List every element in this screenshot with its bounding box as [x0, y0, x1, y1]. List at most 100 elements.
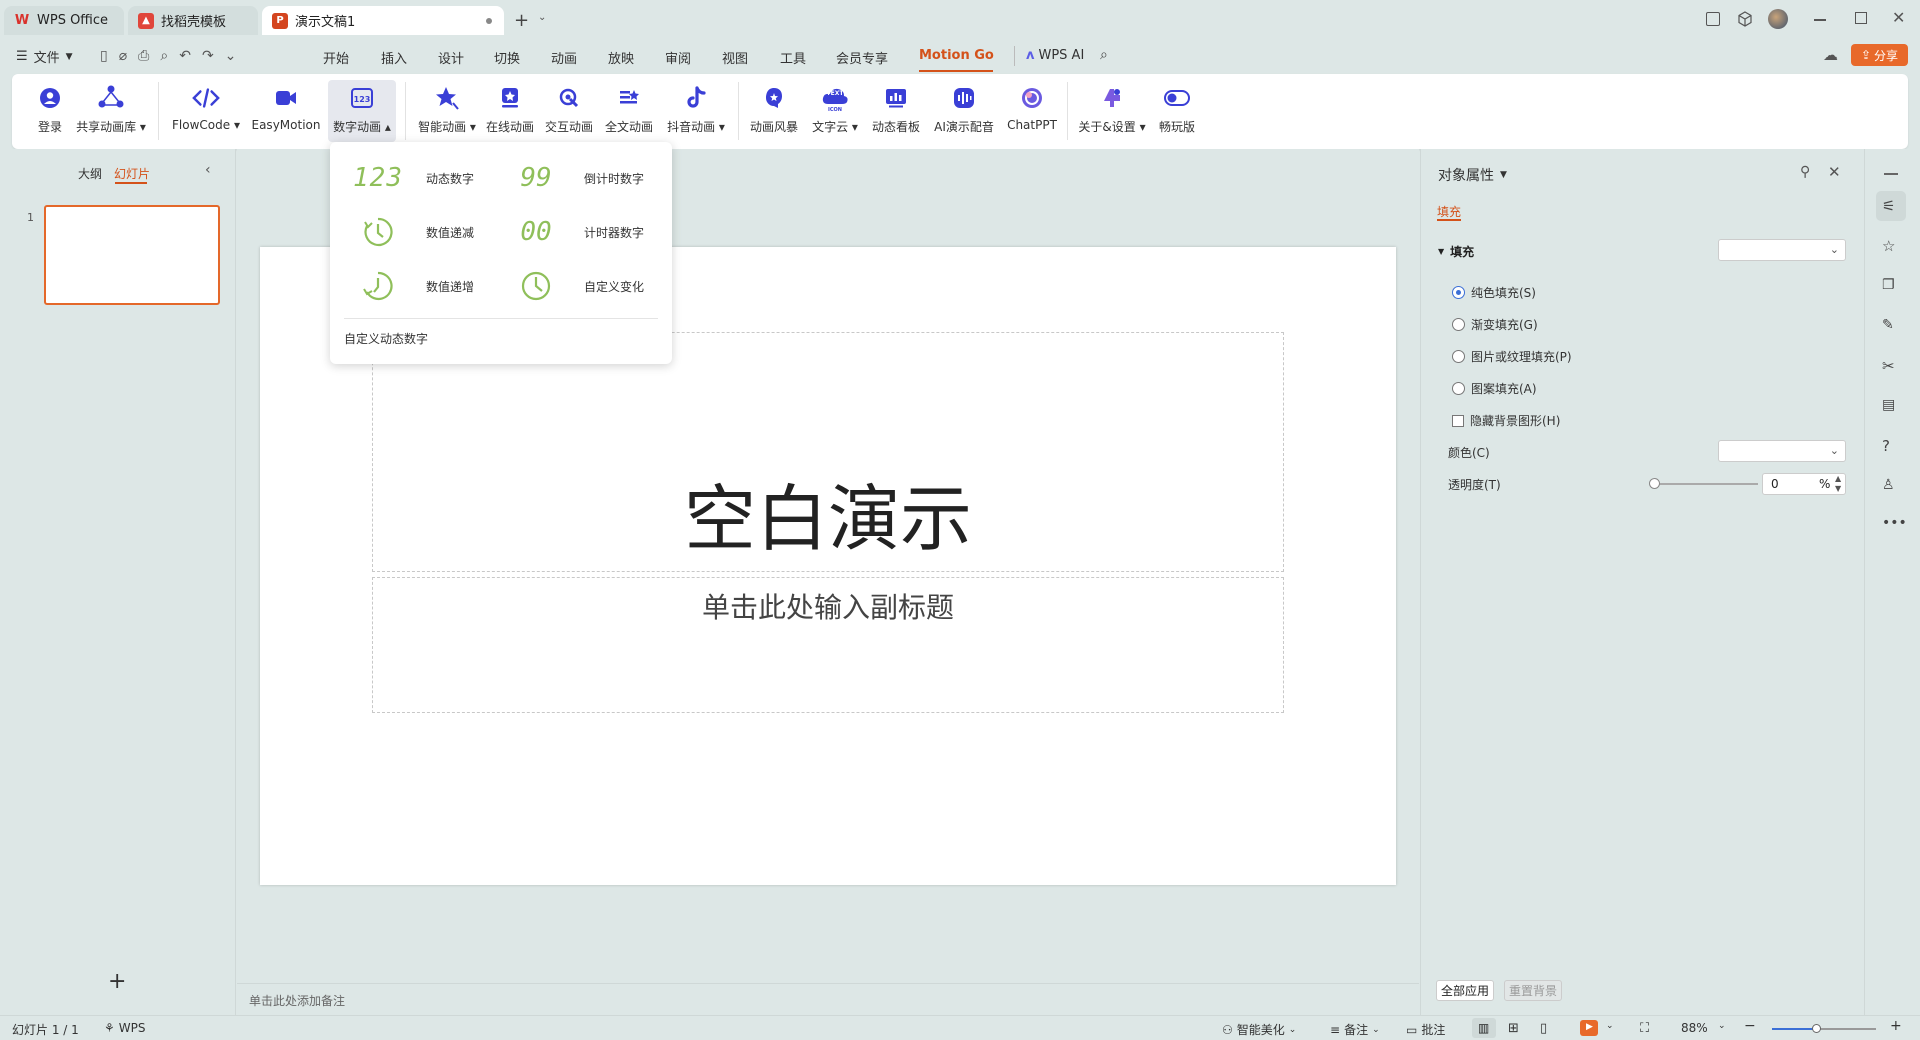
smart-animation-button[interactable]: 智能动画 ▾: [415, 80, 479, 142]
slider-handle[interactable]: [1649, 478, 1660, 489]
restore-layout-icon[interactable]: [1706, 12, 1720, 26]
notes-pane[interactable]: 单击此处添加备注: [237, 983, 1419, 1015]
slide-sorter-icon[interactable]: ⊞: [1508, 1021, 1519, 1036]
share-button[interactable]: ⇪ 分享: [1851, 44, 1908, 66]
menu-member[interactable]: 会员专享: [836, 48, 888, 67]
option-gradient-fill[interactable]: 渐变填充(G): [1452, 316, 1538, 333]
book-icon[interactable]: ▤: [1882, 397, 1902, 417]
panel-title[interactable]: 对象属性 ▼: [1438, 165, 1507, 185]
subtitle-placeholder[interactable]: 单击此处输入副标题: [372, 577, 1284, 713]
maximize-icon[interactable]: [1855, 12, 1867, 24]
dynamic-dashboard-button[interactable]: 动态看板: [870, 80, 922, 142]
free-play-button[interactable]: 畅玩版: [1152, 80, 1202, 142]
menu-animation[interactable]: 动画: [551, 48, 577, 67]
dropdown-item-value-decrease[interactable]: 数值递减: [352, 212, 474, 252]
quick-access-more-icon[interactable]: ⌄: [225, 48, 237, 64]
collapse-sidebar-icon[interactable]: [1884, 173, 1898, 175]
pin-icon[interactable]: ⚲: [1800, 164, 1810, 180]
tab-presentation[interactable]: P 演示文稿1: [262, 6, 504, 35]
menu-insert[interactable]: 插入: [381, 48, 407, 67]
shirt-icon[interactable]: ♙: [1882, 477, 1902, 497]
tab-slides[interactable]: 幻灯片: [114, 165, 150, 182]
file-menu[interactable]: ☰ 文件 ▼: [16, 47, 73, 66]
menu-tools[interactable]: 工具: [780, 48, 806, 67]
custom-dynamic-number-item[interactable]: 自定义动态数字: [344, 330, 428, 347]
flowcode-button[interactable]: FlowCode ▾: [170, 80, 242, 142]
animation-storm-button[interactable]: 动画风暴: [748, 80, 800, 142]
menu-motion-go[interactable]: Motion Go: [919, 48, 994, 63]
login-button[interactable]: 登录: [29, 80, 71, 142]
menu-slideshow[interactable]: 放映: [608, 48, 634, 67]
dropdown-item-dynamic-number[interactable]: 123 动态数字: [352, 158, 474, 198]
checkbox[interactable]: [1452, 414, 1464, 427]
zoom-slider[interactable]: [1772, 1028, 1876, 1030]
option-hide-background[interactable]: 隐藏背景图形(H): [1452, 412, 1560, 429]
tab-close-icon[interactable]: [486, 18, 492, 24]
menu-home[interactable]: 开始: [323, 48, 349, 67]
redo-icon[interactable]: ↷: [202, 48, 214, 64]
tools-icon[interactable]: ✂: [1882, 357, 1902, 377]
tab-list-icon[interactable]: ⌄: [538, 12, 546, 23]
fulltext-animation-button[interactable]: 全文动画: [603, 80, 655, 142]
dropdown-item-value-increase[interactable]: 数值递增: [352, 266, 474, 306]
radio[interactable]: [1452, 318, 1465, 331]
zoom-level[interactable]: 88%: [1681, 1021, 1708, 1035]
reading-view-icon[interactable]: ▯: [1540, 1021, 1547, 1036]
spin-down-icon[interactable]: ▼: [1835, 484, 1841, 493]
cloud-upload-icon[interactable]: ☁: [1823, 46, 1838, 64]
theme-indicator[interactable]: ⚘ WPS: [104, 1021, 145, 1035]
print-icon[interactable]: ⎙: [138, 48, 149, 64]
cube-icon[interactable]: [1737, 11, 1753, 27]
option-picture-fill[interactable]: 图片或纹理填充(P): [1452, 348, 1572, 365]
print-preview-icon[interactable]: ⌕: [160, 48, 168, 64]
color-select[interactable]: ⌄: [1718, 440, 1846, 462]
chevron-down-icon[interactable]: ⌄: [1718, 1021, 1726, 1031]
word-cloud-button[interactable]: TEXT ICON 文字云 ▾: [809, 80, 861, 142]
easymotion-button[interactable]: EasyMotion: [250, 80, 322, 142]
dropdown-item-countdown[interactable]: 99 倒计时数字: [510, 158, 644, 198]
menu-view[interactable]: 视图: [722, 48, 748, 67]
format-painter-icon[interactable]: ⌀: [119, 48, 127, 64]
close-panel-icon[interactable]: ✕: [1828, 163, 1841, 181]
chevron-down-icon[interactable]: ⌄: [1606, 1021, 1614, 1031]
ai-voice-button[interactable]: AI演示配音: [929, 80, 999, 142]
favorites-icon[interactable]: ☆: [1882, 237, 1902, 257]
about-settings-button[interactable]: 关于&设置 ▾: [1076, 80, 1148, 142]
online-animation-button[interactable]: 在线动画: [484, 80, 536, 142]
edit-image-icon[interactable]: ✎: [1882, 317, 1902, 337]
properties-icon[interactable]: ⚟: [1882, 197, 1902, 217]
help-icon[interactable]: ?: [1882, 437, 1902, 457]
undo-icon[interactable]: ↶: [179, 48, 191, 64]
transparency-input[interactable]: 0 % ▲ ▼: [1762, 473, 1846, 495]
menu-review[interactable]: 审阅: [665, 48, 691, 67]
fit-window-icon[interactable]: ⛶: [1640, 1021, 1649, 1036]
tiktok-animation-button[interactable]: 抖音动画 ▾: [664, 80, 728, 142]
more-icon[interactable]: •••: [1882, 515, 1907, 535]
fill-section-header[interactable]: ▼ 填充: [1438, 243, 1474, 260]
play-slideshow-button[interactable]: ▶: [1580, 1020, 1598, 1036]
transparency-slider[interactable]: [1654, 483, 1758, 485]
close-window-icon[interactable]: ✕: [1892, 8, 1905, 27]
zoom-out-icon[interactable]: −: [1744, 1018, 1756, 1034]
tab-fill[interactable]: 填充: [1437, 203, 1461, 220]
tab-find-template[interactable]: ▲ 找稻壳模板: [128, 6, 258, 35]
add-slide-button[interactable]: +: [108, 969, 126, 994]
radio[interactable]: [1452, 382, 1465, 395]
slide-thumbnail[interactable]: [44, 205, 220, 305]
minimize-icon[interactable]: [1814, 19, 1826, 21]
reset-background-button[interactable]: 重置背景: [1504, 980, 1562, 1001]
title-placeholder[interactable]: 空白演示: [372, 332, 1284, 572]
save-icon[interactable]: ▯: [100, 48, 108, 64]
search-icon[interactable]: ⌕: [1100, 47, 1108, 63]
number-animation-button[interactable]: 123 数字动画 ▴: [328, 80, 396, 142]
tab-wps-office[interactable]: W WPS Office: [4, 6, 124, 35]
zoom-in-icon[interactable]: +: [1890, 1018, 1902, 1034]
spin-up-icon[interactable]: ▲: [1835, 474, 1841, 483]
fill-type-select[interactable]: ⌄: [1718, 239, 1846, 261]
share-library-button[interactable]: 共享动画库 ▾: [74, 80, 148, 142]
option-solid-fill[interactable]: 纯色填充(S): [1452, 284, 1536, 301]
copy-icon[interactable]: ❐: [1882, 277, 1902, 297]
smart-beautify-button[interactable]: ⚇ 智能美化 ⌄: [1222, 1021, 1296, 1038]
avatar[interactable]: [1768, 9, 1788, 29]
interactive-animation-button[interactable]: 交互动画: [543, 80, 595, 142]
